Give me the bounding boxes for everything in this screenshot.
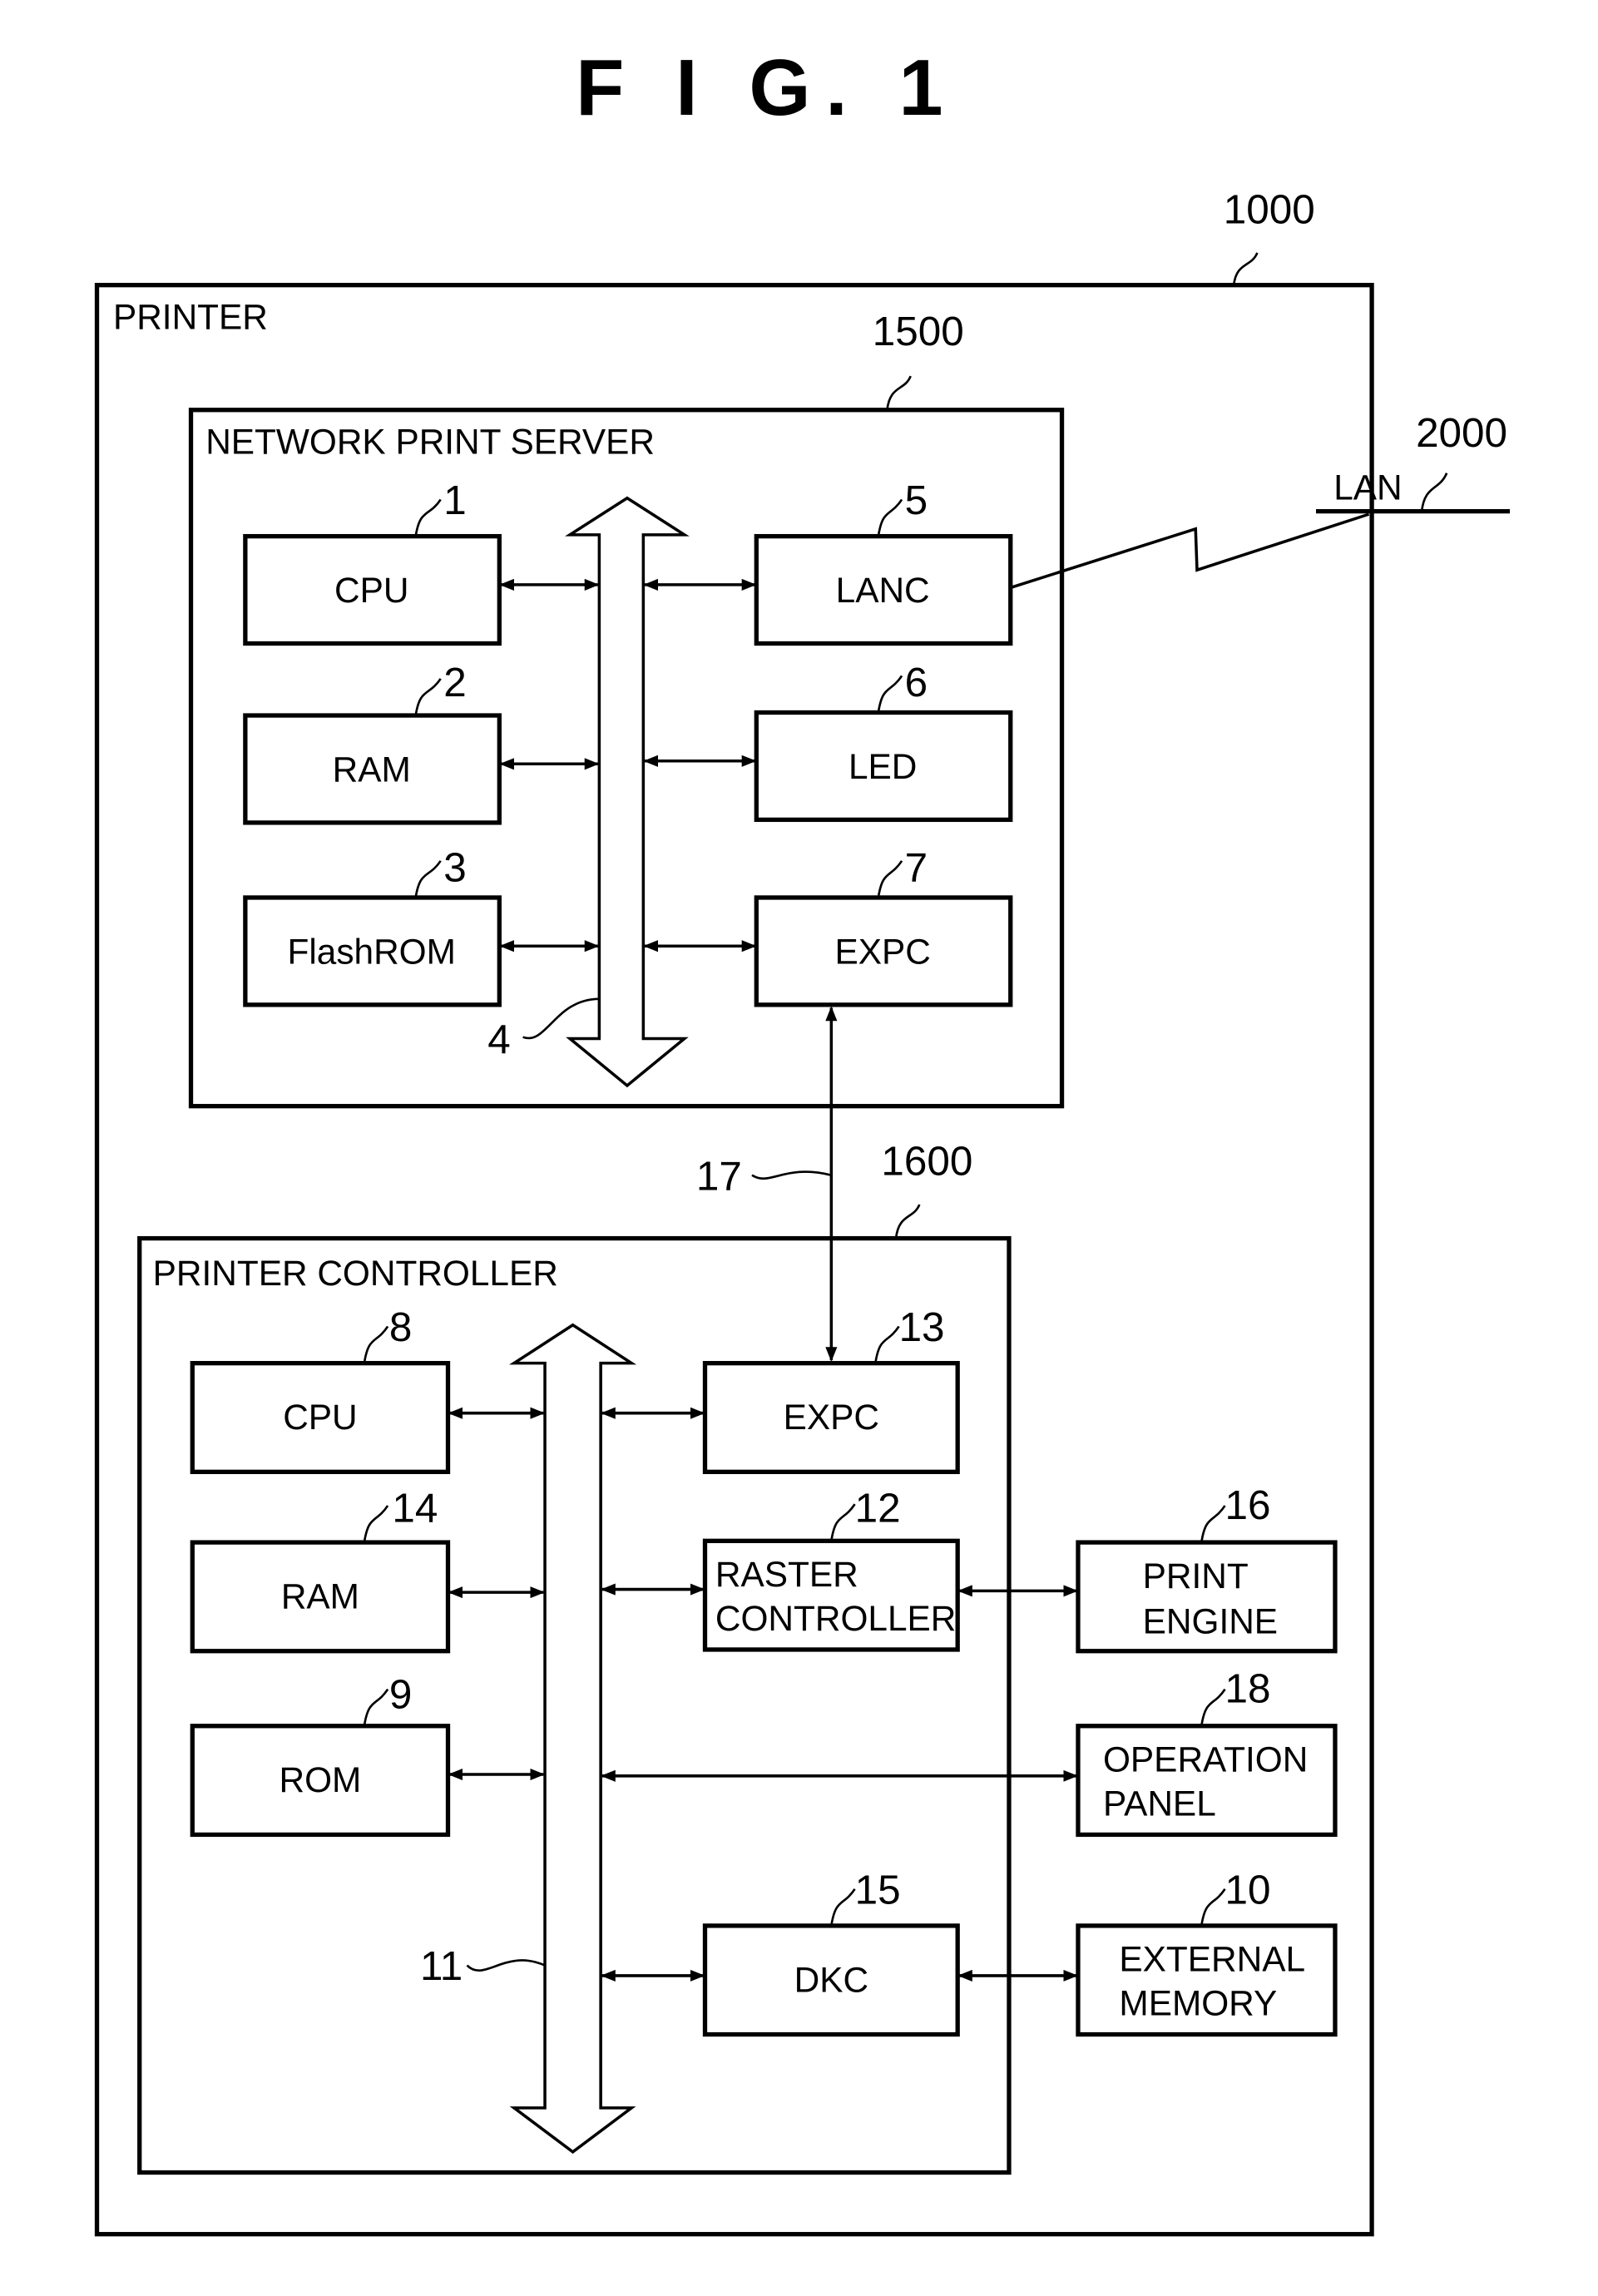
external-memory-block: EXTERNAL MEMORY 10	[1076, 1867, 1338, 2037]
pc-raster-label-2: CONTROLLER	[715, 1599, 957, 1638]
nps-ram-label: RAM	[333, 750, 411, 789]
ref-6: 6	[905, 660, 928, 705]
nps-flashrom-label: FlashROM	[287, 932, 455, 971]
leader-11	[466, 1959, 546, 1972]
nps-lanc-block: LANC 5	[754, 478, 1013, 646]
print-engine-label-1: PRINT	[1143, 1556, 1249, 1596]
nps-ram-block: RAM 2	[243, 660, 502, 825]
nps-expc-label: EXPC	[834, 932, 930, 971]
pc-dkc-label: DKC	[794, 1960, 868, 1999]
block-diagram: F I G. 1 PRINTER 1000 LAN 2000 NETWORK P…	[94, 44, 1511, 2237]
pc-raster-label-1: RASTER	[715, 1555, 858, 1594]
pc-bus	[509, 1323, 637, 2155]
pc-cpu-block: CPU 8	[190, 1304, 451, 1474]
leader-14	[363, 1505, 389, 1543]
ref-1600: 1600	[881, 1139, 972, 1185]
ref-15: 15	[855, 1867, 901, 1913]
leader-5	[877, 498, 903, 537]
ref-16: 16	[1225, 1482, 1271, 1528]
ref-8: 8	[389, 1304, 413, 1350]
ref-9: 9	[389, 1672, 413, 1718]
leader-10	[1200, 1888, 1226, 1927]
operation-panel-label-2: PANEL	[1103, 1784, 1216, 1823]
pc-raster-block: RASTER CONTROLLER 12	[702, 1485, 960, 1652]
external-memory-label-1: EXTERNAL	[1119, 1940, 1305, 1979]
leader-17	[751, 1170, 832, 1180]
leader-3	[414, 860, 442, 898]
nps-flashrom-block: FlashROM 3	[243, 845, 502, 1007]
printer-controller: PRINTER CONTROLLER 1600 11 CPU 8 RAM 14 …	[137, 1139, 1078, 2175]
ref-10: 10	[1225, 1867, 1271, 1913]
leader-16	[1200, 1505, 1226, 1543]
external-memory-label-2: MEMORY	[1119, 1984, 1277, 2023]
ref-12: 12	[855, 1485, 901, 1531]
ref-1: 1	[443, 478, 467, 523]
leader-1	[414, 498, 442, 537]
nps-cpu-label: CPU	[334, 571, 408, 610]
pc-ram-label: RAM	[281, 1577, 359, 1616]
print-engine-block: PRINT ENGINE 16	[1076, 1482, 1338, 1654]
pc-ram-block: RAM 14	[190, 1485, 451, 1654]
network-print-server: NETWORK PRINT SERVER 1500 4 CPU 1 RAM 2 …	[188, 309, 1065, 1109]
ref-7: 7	[905, 845, 928, 891]
nps-expc-block: EXPC 7	[754, 845, 1013, 1007]
ref-1000: 1000	[1224, 187, 1315, 233]
ref-2: 2	[443, 660, 467, 705]
leader-9	[363, 1688, 389, 1726]
expc-link: 17	[696, 1006, 838, 1362]
figure-title: F I G. 1	[576, 44, 957, 132]
ref-18: 18	[1225, 1666, 1271, 1712]
pc-cpu-label: CPU	[283, 1398, 357, 1437]
leader-1600	[894, 1204, 921, 1239]
ref-14: 14	[392, 1485, 438, 1531]
print-engine-label-2: ENGINE	[1143, 1602, 1278, 1641]
operation-panel-label-1: OPERATION	[1103, 1740, 1308, 1779]
ref-2000: 2000	[1416, 410, 1507, 456]
leader-4	[522, 997, 600, 1040]
leader-12	[830, 1503, 856, 1541]
ref-4: 4	[487, 1017, 511, 1062]
leader-6	[877, 675, 903, 713]
ref-5: 5	[905, 478, 928, 523]
leader-7	[877, 860, 903, 898]
leader-13	[874, 1325, 900, 1363]
ref-17: 17	[696, 1153, 742, 1199]
leader-18	[1200, 1688, 1226, 1726]
ref-11: 11	[420, 1943, 463, 1989]
pc-label: PRINTER CONTROLLER	[153, 1254, 558, 1293]
pc-rom-label: ROM	[279, 1760, 361, 1799]
leader-2	[414, 678, 442, 716]
ref-1500: 1500	[873, 309, 964, 354]
nps-led-block: LED 6	[754, 660, 1013, 823]
nps-led-label: LED	[848, 747, 917, 786]
leader-1000	[1232, 252, 1259, 285]
ref-3: 3	[443, 845, 467, 891]
nps-cpu-block: CPU 1	[243, 478, 502, 646]
pc-expc-label: EXPC	[784, 1398, 879, 1437]
ref-13: 13	[899, 1304, 945, 1350]
lan: LAN 2000	[1010, 410, 1511, 590]
leader-1500	[886, 375, 912, 410]
leader-15	[830, 1888, 856, 1927]
pc-rom-block: ROM 9	[190, 1672, 451, 1838]
pc-dkc-block: DKC 15	[702, 1867, 960, 2037]
leader-8	[363, 1325, 389, 1363]
nps-lanc-label: LANC	[836, 571, 930, 610]
lan-label: LAN	[1333, 468, 1402, 507]
operation-panel-block: OPERATION PANEL 18	[1076, 1666, 1338, 1838]
printer-label: PRINTER	[113, 298, 268, 337]
leader-2000	[1420, 473, 1448, 512]
nps-label: NETWORK PRINT SERVER	[205, 423, 655, 462]
lan-cable	[1010, 512, 1370, 590]
